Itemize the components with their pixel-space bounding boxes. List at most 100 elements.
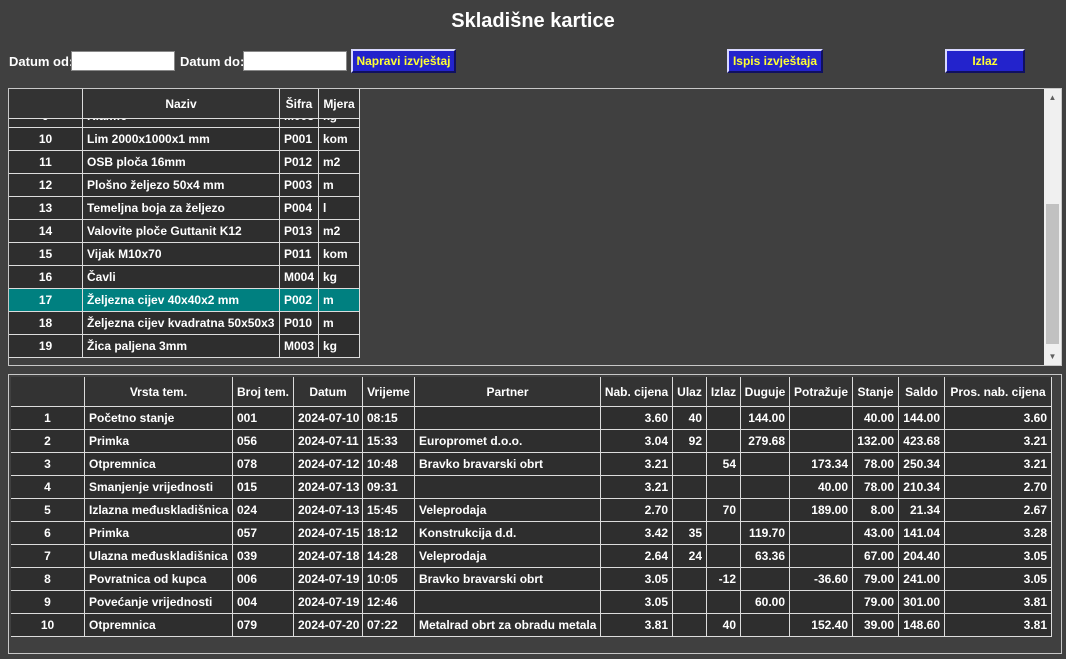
- card-header-purchase-price[interactable]: Nab. cijena: [601, 377, 673, 407]
- card-credit: [790, 407, 853, 430]
- card-avg-price: 3.81: [945, 614, 1052, 637]
- card-date: 2024-07-10: [294, 407, 363, 430]
- card-saldo: 204.40: [899, 545, 945, 568]
- print-report-button[interactable]: Ispis izvještaja: [727, 49, 823, 73]
- card-partner: Metalrad obrt za obradu metala: [415, 614, 601, 637]
- card-in: [673, 614, 707, 637]
- item-unit: m2: [319, 151, 360, 174]
- scroll-thumb[interactable]: [1046, 204, 1059, 344]
- date-to-input[interactable]: [243, 51, 347, 71]
- item-unit: m: [319, 289, 360, 312]
- card-partner: Bravko bravarski obrt: [415, 568, 601, 591]
- card-header-time[interactable]: Vrijeme: [363, 377, 415, 407]
- table-row[interactable]: 7 Ulazna međuskladišnica 039 2024-07-18 14:2…: [11, 545, 1052, 568]
- table-row[interactable]: 3 Otpremnica 078 2024-07-12 10:48 Bravko brav…: [11, 453, 1052, 476]
- card-header-date[interactable]: Datum: [294, 377, 363, 407]
- item-name: Čavli: [83, 266, 280, 289]
- card-index: 3: [11, 453, 85, 476]
- card-date: 2024-07-13: [294, 499, 363, 522]
- item-row[interactable]: 14 Valovite ploče Guttanit K12 P013 m2: [9, 220, 360, 243]
- card-header-saldo[interactable]: Saldo: [899, 377, 945, 407]
- card-out: 54: [707, 453, 741, 476]
- card-header-avg-price[interactable]: Pros. nab. cijena: [945, 377, 1052, 407]
- card-partner: Europromet d.o.o.: [415, 430, 601, 453]
- table-row[interactable]: 10 Otpremnica 079 2024-07-20 07:22 Metalrad o…: [11, 614, 1052, 637]
- card-header-doc-number[interactable]: Broj tem.: [233, 377, 294, 407]
- table-row[interactable]: 9 Povećanje vrijednosti 004 2024-07-19 12:46…: [11, 591, 1052, 614]
- items-scrollbar[interactable]: ▲ ▼: [1044, 89, 1061, 365]
- scroll-up-icon[interactable]: ▲: [1044, 89, 1061, 106]
- card-credit: 40.00: [790, 476, 853, 499]
- items-header-name[interactable]: Naziv: [83, 89, 280, 119]
- card-header-credit[interactable]: Potražuje: [790, 377, 853, 407]
- item-index: 11: [9, 151, 83, 174]
- card-saldo: 250.34: [899, 453, 945, 476]
- card-debit: [741, 476, 790, 499]
- item-row[interactable]: 19 Žica paljena 3mm M003 kg: [9, 335, 360, 358]
- item-row[interactable]: 16 Čavli M004 kg: [9, 266, 360, 289]
- stock-card-table: Vrsta tem. Broj tem. Datum Vrijeme Partner Na…: [11, 377, 1052, 637]
- card-header-index[interactable]: [11, 377, 85, 407]
- card-doc-type: Primka: [85, 522, 233, 545]
- card-header-out[interactable]: Izlaz: [707, 377, 741, 407]
- item-index: 13: [9, 197, 83, 220]
- card-saldo: 141.04: [899, 522, 945, 545]
- date-to-label: Datum do:: [180, 54, 245, 69]
- date-from-label: Datum od:: [9, 54, 74, 69]
- exit-button[interactable]: Izlaz: [945, 49, 1025, 73]
- item-row[interactable]: 12 Plošno željezo 50x4 mm P003 m: [9, 174, 360, 197]
- card-purchase-price: 3.05: [601, 591, 673, 614]
- card-doc-type: Otpremnica: [85, 453, 233, 476]
- card-saldo: 423.68: [899, 430, 945, 453]
- card-date: 2024-07-12: [294, 453, 363, 476]
- card-out: [707, 522, 741, 545]
- card-balance-qty: 78.00: [853, 476, 899, 499]
- item-code: P001: [280, 128, 319, 151]
- table-row[interactable]: 1 Početno stanje 001 2024-07-10 08:15 3.60 40 1…: [11, 407, 1052, 430]
- card-header-in[interactable]: Ulaz: [673, 377, 707, 407]
- scroll-down-icon[interactable]: ▼: [1044, 348, 1061, 365]
- card-header-doc-type[interactable]: Vrsta tem.: [85, 377, 233, 407]
- item-row[interactable]: 13 Temeljna boja za željezo P004 l: [9, 197, 360, 220]
- card-debit: 279.68: [741, 430, 790, 453]
- card-credit: 173.34: [790, 453, 853, 476]
- table-row[interactable]: 5 Izlazna međuskladišnica 024 2024-07-13 15:…: [11, 499, 1052, 522]
- card-index: 2: [11, 430, 85, 453]
- make-report-button[interactable]: Napravi izvještaj: [351, 49, 456, 73]
- item-row[interactable]: 15 Vijak M10x70 P011 kom: [9, 243, 360, 266]
- card-time: 18:12: [363, 522, 415, 545]
- card-in: [673, 499, 707, 522]
- table-row[interactable]: 6 Primka 057 2024-07-15 18:12 Konstrukcija d.…: [11, 522, 1052, 545]
- item-row[interactable]: 10 Lim 2000x1000x1 mm P001 kom: [9, 128, 360, 151]
- date-from-input[interactable]: [71, 51, 175, 71]
- item-row[interactable]: 17 Željezna cijev 40x40x2 mm P002 m: [9, 289, 360, 312]
- item-name: OSB ploča 16mm: [83, 151, 280, 174]
- card-doc-number: 078: [233, 453, 294, 476]
- card-in: 24: [673, 545, 707, 568]
- item-unit: kg: [319, 335, 360, 358]
- card-date: 2024-07-15: [294, 522, 363, 545]
- item-index: 15: [9, 243, 83, 266]
- card-date: 2024-07-19: [294, 591, 363, 614]
- card-credit: [790, 591, 853, 614]
- card-header-debit[interactable]: Duguje: [741, 377, 790, 407]
- card-date: 2024-07-13: [294, 476, 363, 499]
- card-in: [673, 568, 707, 591]
- items-panel: Naziv Šifra Mjera 9KlamfeM005kg10Lim 200…: [8, 88, 1062, 366]
- table-row[interactable]: 2 Primka 056 2024-07-11 15:33 Europromet d.o.…: [11, 430, 1052, 453]
- card-date: 2024-07-19: [294, 568, 363, 591]
- table-row[interactable]: 4 Smanjenje vrijednosti 015 2024-07-13 09:31…: [11, 476, 1052, 499]
- items-table: Naziv Šifra Mjera 9KlamfeM005kg10Lim 200…: [9, 89, 360, 358]
- card-header-balance-qty[interactable]: Stanje: [853, 377, 899, 407]
- table-row[interactable]: 8 Povratnica od kupca 006 2024-07-19 10:05 Br…: [11, 568, 1052, 591]
- item-row[interactable]: 11 OSB ploča 16mm P012 m2: [9, 151, 360, 174]
- item-name: Žica paljena 3mm: [83, 335, 280, 358]
- item-index: 18: [9, 312, 83, 335]
- items-header-index[interactable]: [9, 89, 83, 119]
- card-header-partner[interactable]: Partner: [415, 377, 601, 407]
- card-out: 70: [707, 499, 741, 522]
- card-index: 9: [11, 591, 85, 614]
- items-header-unit[interactable]: Mjera: [319, 89, 360, 119]
- items-header-code[interactable]: Šifra: [280, 89, 319, 119]
- item-row[interactable]: 18 Željezna cijev kvadratna 50x50x3 P010 m: [9, 312, 360, 335]
